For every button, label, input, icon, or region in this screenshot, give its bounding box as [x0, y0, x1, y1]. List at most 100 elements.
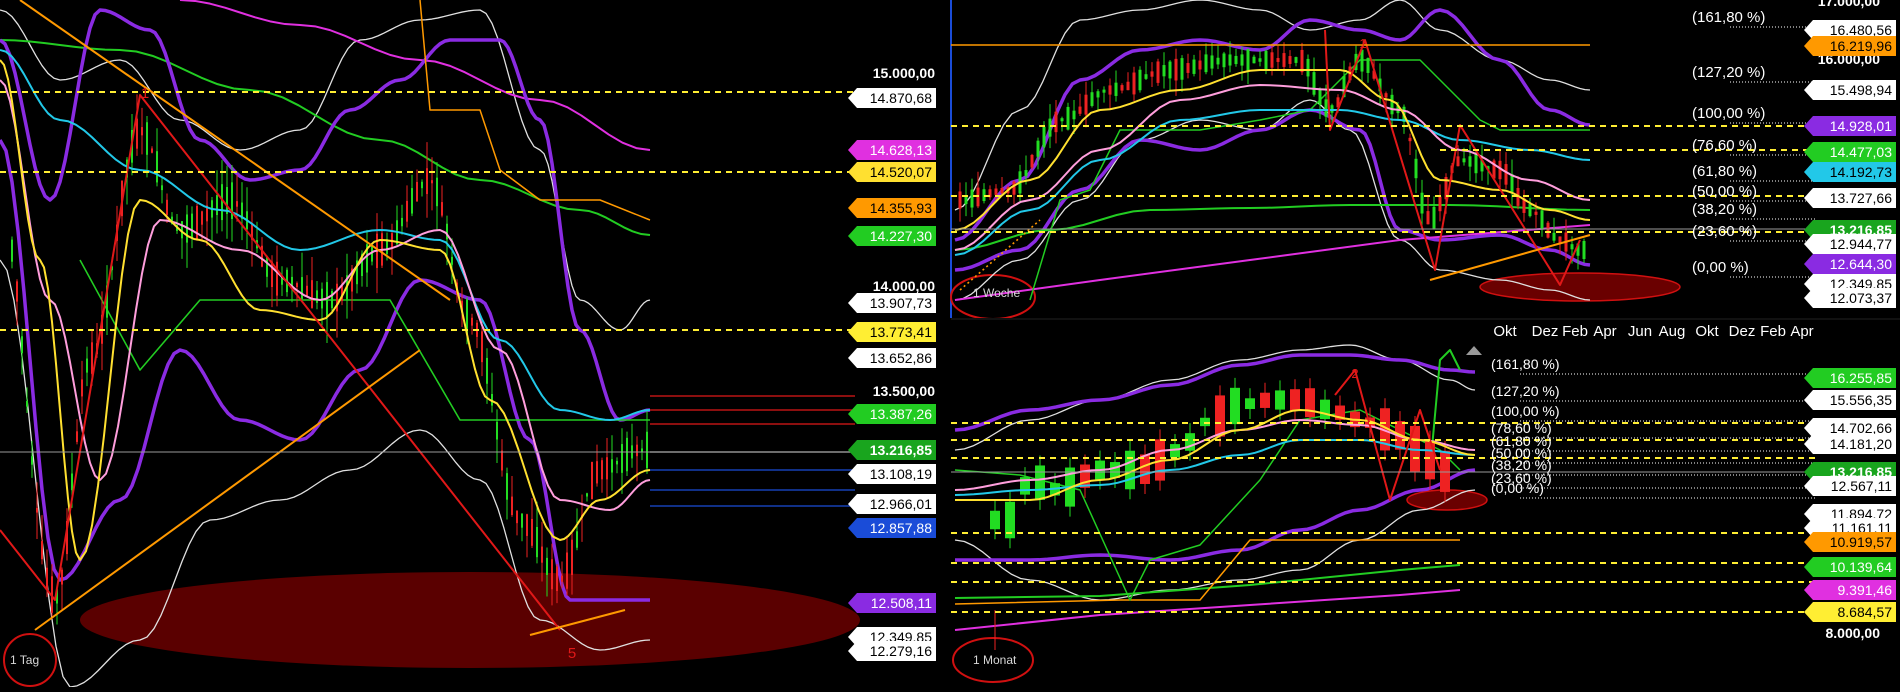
weekly-candle-32	[1150, 71, 1154, 77]
weekly-candle-61	[1324, 99, 1328, 117]
daily-price-tag-5-text: 13.907,73	[870, 295, 932, 311]
weekly-fib-label-2: (100,00 %)	[1692, 105, 1765, 122]
weekly-candle-85	[1468, 156, 1472, 167]
weekly-candle-9	[1012, 181, 1016, 195]
weekly-candle-49	[1252, 56, 1256, 64]
weekly-price-tag-11: 12.073,37	[1804, 288, 1896, 308]
monthly-x-tick-4: Jun	[1628, 323, 1652, 340]
weekly-candle-99	[1552, 232, 1556, 241]
weekly-candle-62	[1330, 105, 1334, 113]
weekly-candle-43	[1216, 57, 1220, 65]
daily-candle-123	[626, 437, 628, 472]
weekly-candle-54	[1282, 53, 1286, 67]
weekly-candle-59	[1312, 72, 1316, 95]
weekly-price-tag-2-text: 15.498,94	[1830, 82, 1892, 98]
daily-candle-59	[306, 285, 308, 297]
daily-candle-57	[296, 283, 298, 288]
daily-price-tag-9: 13.216,85	[848, 440, 936, 460]
daily-price-tag-5: 13.907,73	[848, 293, 936, 313]
daily-candle-95	[486, 357, 488, 384]
weekly-fib-label-5: (50,00 %)	[1692, 183, 1757, 200]
weekly-candle-36	[1174, 58, 1178, 81]
daily-candle-103	[526, 514, 528, 536]
monthly-price-tag-0: 16.255,85	[1804, 368, 1896, 388]
daily-candle-107	[546, 557, 548, 575]
monthly-price-tag-5: 12.567,11	[1804, 476, 1896, 496]
daily-candle-99	[506, 473, 508, 500]
daily-candle-110	[561, 575, 563, 582]
weekly-candle-17	[1060, 118, 1064, 122]
daily-candle-45	[236, 201, 238, 207]
daily-candle-127	[646, 431, 648, 469]
monthly-price-tag-11-text: 8.684,57	[1838, 604, 1893, 620]
daily-candle-41	[216, 195, 218, 216]
daily-candle-126	[641, 448, 643, 452]
monthly-candle-30	[1440, 450, 1450, 492]
monthly-price-tag-10: 9.391,46	[1804, 580, 1896, 600]
monthly-candle-14	[1200, 417, 1210, 427]
monthly-x-tick-9: Apr	[1790, 323, 1813, 340]
daily-candle-12	[71, 473, 73, 491]
weekly-candle-44	[1222, 53, 1226, 68]
weekly-candle-6	[994, 188, 998, 195]
daily-candle-60	[311, 280, 313, 308]
weekly-candle-46	[1234, 55, 1238, 65]
weekly-price-tag-9-text: 12.644,30	[1830, 256, 1892, 272]
daily-candle-2	[21, 336, 23, 354]
weekly-candle-47	[1240, 54, 1244, 66]
weekly-candle-83	[1456, 156, 1460, 167]
weekly-candle-55	[1288, 56, 1292, 64]
daily-candle-112	[571, 539, 573, 575]
weekly-candle-30	[1138, 69, 1142, 91]
daily-candle-116	[591, 462, 593, 499]
weekly-fib-label-6: (38,20 %)	[1692, 201, 1757, 218]
weekly-candle-68	[1366, 57, 1370, 73]
weekly-candle-58	[1306, 58, 1310, 77]
weekly-price-tag-4-text: 14.477,03	[1830, 144, 1892, 160]
daily-candle-117	[596, 461, 598, 484]
daily-candle-29	[156, 151, 158, 183]
weekly-price-tag-11-text: 12.073,37	[1830, 290, 1892, 306]
daily-candle-3	[26, 400, 28, 407]
daily-price-tag-13: 12.508,11	[848, 593, 936, 613]
daily-candle-125	[636, 444, 638, 457]
daily-candle-120	[611, 459, 613, 473]
daily-price-tag-8-text: 13.387,26	[870, 406, 932, 422]
monthly-y-tick-0: 8.000,00	[1826, 625, 1881, 641]
daily-y-tick-2: 13.500,00	[873, 383, 935, 399]
daily-price-tag-4: 14.227,30	[848, 226, 936, 246]
monthly-price-tag-9-text: 10.139,64	[1830, 559, 1892, 575]
monthly-candle-15	[1215, 395, 1225, 437]
daily-candle-105	[536, 527, 538, 558]
weekly-candle-38	[1186, 63, 1190, 73]
monthly-candle-20	[1290, 389, 1300, 411]
monthly-price-tag-3-text: 14.181,20	[1830, 436, 1892, 452]
daily-candle-31	[166, 199, 168, 215]
chart-workspace: 1 5 1 Tag 15.000,00 14.000,00 13.500,00 1 1 Wo…	[0, 0, 1900, 688]
daily-price-tag-7-text: 13.652,86	[870, 350, 932, 366]
weekly-candle-16	[1054, 111, 1058, 133]
daily-price-tag-0: 14.870,68	[848, 88, 936, 108]
chart-canvas: 1 5 1 Tag 15.000,00 14.000,00 13.500,00 1 1 Wo…	[0, 0, 1900, 688]
weekly-candle-91	[1504, 164, 1508, 185]
monthly-price-tag-1: 15.556,35	[1804, 390, 1896, 410]
weekly-candle-40	[1198, 60, 1202, 70]
weekly-candle-86	[1474, 153, 1478, 174]
daily-candle-102	[521, 513, 523, 528]
weekly-candle-2	[970, 189, 974, 208]
weekly-candle-71	[1384, 93, 1388, 98]
monthly-price-tag-5-text: 12.567,11	[1831, 478, 1892, 494]
daily-price-tag-6: 13.773,41	[848, 322, 936, 342]
daily-candle-122	[621, 444, 623, 473]
daily-candle-25	[136, 118, 138, 149]
daily-price-tag-8: 13.387,26	[848, 404, 936, 424]
weekly-candle-51	[1264, 50, 1268, 70]
weekly-price-tag-5-text: 14.192,73	[1830, 164, 1892, 180]
daily-candle-15	[86, 358, 88, 373]
weekly-fib-label-1: (127,20 %)	[1692, 64, 1765, 81]
monthly-x-tick-5: Aug	[1659, 323, 1686, 340]
daily-candle-58	[301, 277, 303, 299]
daily-candle-51	[266, 256, 268, 277]
daily-candle-14	[81, 379, 83, 397]
monthly-price-tag-3: 14.181,20	[1804, 434, 1896, 454]
